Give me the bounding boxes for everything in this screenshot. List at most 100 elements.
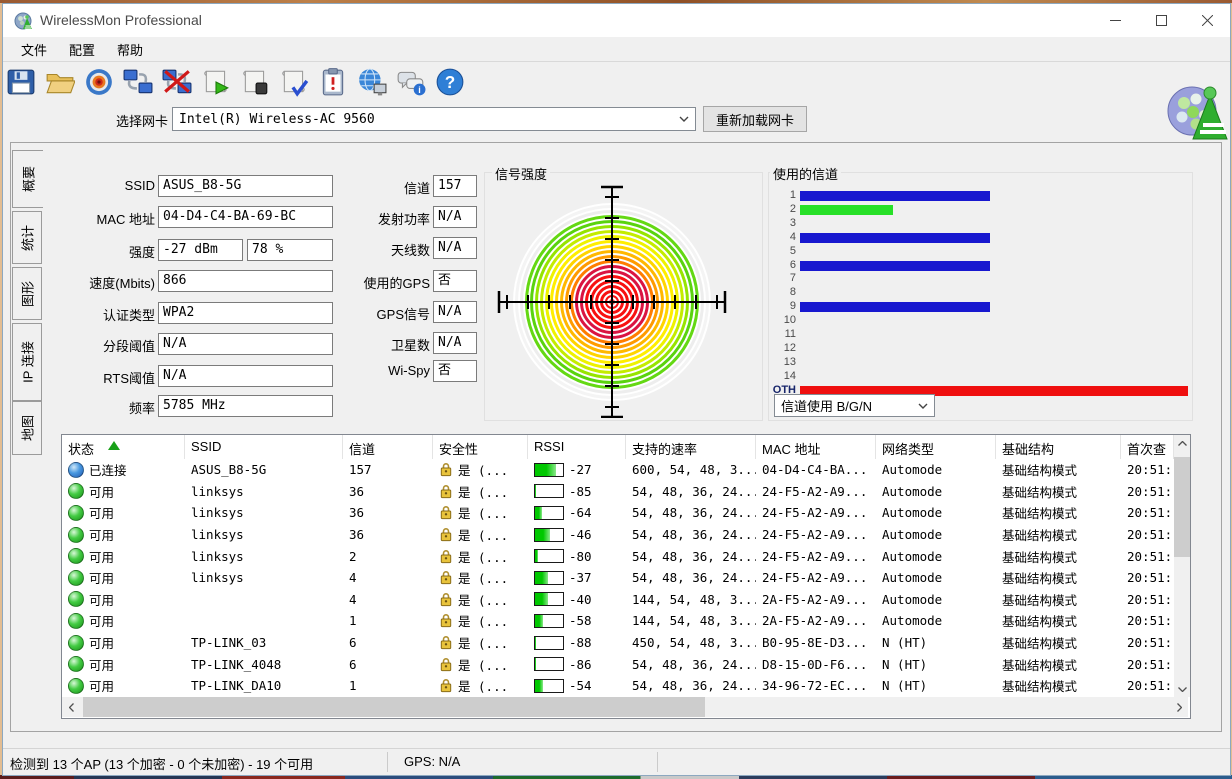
scroll-up-icon[interactable]: [1174, 435, 1190, 451]
channel-bar: [800, 302, 990, 312]
column-header-channel[interactable]: 信道: [343, 435, 433, 459]
verify-logging-button[interactable]: [279, 67, 309, 101]
adapter-select[interactable]: Intel(R) Wireless-AC 9560: [172, 107, 696, 131]
target-button[interactable]: [84, 67, 114, 101]
scroll-left-icon[interactable]: [62, 697, 80, 717]
channel-usage-select[interactable]: 信道使用 B/G/N: [774, 394, 935, 417]
support-info-button[interactable]: i: [396, 67, 426, 101]
channel-label: 1: [758, 189, 796, 201]
table-row[interactable]: 可用TP-LINK_40486是 (...-8654, 48, 36, 24..…: [62, 653, 1190, 675]
ssid-cell: linksys: [185, 527, 343, 542]
field-value: N/A: [433, 206, 477, 228]
infrastructure-cell: 基础结构模式: [996, 482, 1121, 501]
security-cell: 是 (...: [433, 482, 528, 501]
table-row[interactable]: 可用1是 (...-58144, 54, 48, 3...2A-F5-A2-A9…: [62, 610, 1190, 632]
column-header-mac[interactable]: MAC 地址: [756, 435, 876, 459]
lock-icon: [439, 505, 453, 520]
column-header-status[interactable]: 状态: [62, 435, 185, 459]
net-type-cell: N (HT): [876, 635, 996, 650]
field-value: N/A: [158, 333, 333, 355]
tab-ip-connections[interactable]: IP 连接: [12, 323, 42, 401]
help-button[interactable]: ?: [435, 67, 465, 101]
rssi-bar-icon: [534, 484, 564, 498]
security-text: 是 (...: [458, 676, 508, 695]
table-row[interactable]: 可用linksys36是 (...-8554, 48, 36, 24...24-…: [62, 481, 1190, 503]
scroll-down-icon[interactable]: [1174, 681, 1190, 697]
table-row[interactable]: 可用linksys4是 (...-3754, 48, 36, 24...24-F…: [62, 567, 1190, 589]
maximize-button[interactable]: [1138, 3, 1184, 37]
column-header-infrastructure[interactable]: 基础结构: [996, 435, 1121, 459]
net-type-cell: N (HT): [876, 657, 996, 672]
lock-icon: [439, 678, 453, 693]
rssi-cell: -40: [528, 592, 626, 607]
vertical-scrollbar[interactable]: [1174, 435, 1190, 697]
tab-summary[interactable]: 概要: [12, 150, 43, 208]
tab-map[interactable]: 地图: [12, 401, 42, 455]
table-row[interactable]: 可用linksys36是 (...-6454, 48, 36, 24...24-…: [62, 502, 1190, 524]
rssi-value: -46: [569, 527, 592, 542]
tab-graphs[interactable]: 图形: [12, 267, 42, 320]
titlebar: WirelessMon Professional: [2, 3, 1230, 37]
status-text: 可用: [89, 482, 114, 501]
menu-item-file[interactable]: 文件: [10, 37, 58, 62]
horizontal-scroll-thumb[interactable]: [83, 697, 705, 717]
column-header-ssid[interactable]: SSID: [185, 435, 343, 459]
lock-icon: [439, 462, 453, 477]
status-text: 可用: [89, 611, 114, 630]
lock-icon: [439, 635, 453, 650]
rates-cell: 144, 54, 48, 3...: [626, 592, 756, 607]
menu-item-config[interactable]: 配置: [58, 37, 106, 62]
rssi-bar-icon: [534, 679, 564, 693]
table-row[interactable]: 可用TP-LINK_DA101是 (...-5454, 48, 36, 24..…: [62, 675, 1190, 697]
field-value: 5785 MHz: [158, 395, 333, 417]
net-type-cell: Automode: [876, 549, 996, 564]
table-row[interactable]: 已连接ASUS_B8-5G157是 (...-27600, 54, 48, 3.…: [62, 459, 1190, 481]
field-value: 否: [433, 360, 477, 382]
column-header-security[interactable]: 安全性: [433, 435, 528, 459]
column-header-label: 支持的速率: [632, 439, 697, 458]
column-header-rates[interactable]: 支持的速率: [626, 435, 756, 459]
adapter-value: Intel(R) Wireless-AC 9560: [179, 112, 375, 127]
connected-orb-icon: [68, 462, 84, 478]
column-header-net-type[interactable]: 网络类型: [876, 435, 996, 459]
table-row[interactable]: 可用4是 (...-40144, 54, 48, 3...2A-F5-A2-A9…: [62, 589, 1190, 611]
vertical-scroll-thumb[interactable]: [1174, 457, 1190, 557]
reload-adapter-button[interactable]: 重新加载网卡: [703, 106, 807, 132]
screen: WirelessMon Professional 文件配置帮助 i? 选择网卡 …: [0, 0, 1232, 779]
menu-item-help[interactable]: 帮助: [106, 37, 154, 62]
channel-cell: 157: [343, 462, 433, 477]
close-button[interactable]: [1184, 3, 1230, 37]
channel-label: 2: [758, 203, 796, 215]
available-orb-icon: [68, 505, 84, 521]
signal-strength-radar: [485, 173, 761, 418]
minimize-button[interactable]: [1092, 3, 1138, 37]
open-button[interactable]: [45, 67, 75, 101]
column-header-label: 网络类型: [882, 439, 934, 458]
web-button[interactable]: [357, 67, 387, 101]
table-row[interactable]: 可用TP-LINK_036是 (...-88450, 54, 48, 3...B…: [62, 632, 1190, 654]
disconnect-button[interactable]: [162, 67, 192, 101]
rssi-value: -85: [569, 484, 592, 499]
tab-label: 统计: [18, 224, 37, 250]
rssi-value: -27: [569, 462, 592, 477]
field-value: N/A: [433, 301, 477, 323]
column-header-first-seen[interactable]: 首次查: [1121, 435, 1174, 459]
status-text: 可用: [89, 633, 114, 652]
start-logging-button[interactable]: [201, 67, 231, 101]
field-label: 使用的GPS: [328, 273, 430, 292]
column-header-label: 信道: [349, 439, 375, 458]
scroll-right-icon[interactable]: [1170, 697, 1188, 717]
summary-report-button[interactable]: [318, 67, 348, 101]
horizontal-scrollbar[interactable]: [62, 697, 1188, 717]
column-header-rssi[interactable]: RSSI: [528, 435, 626, 459]
first-seen-cell: 20:51:: [1121, 549, 1174, 564]
mac-cell: 04-D4-C4-BA...: [756, 462, 876, 477]
security-cell: 是 (...: [433, 525, 528, 544]
table-row[interactable]: 可用linksys36是 (...-4654, 48, 36, 24...24-…: [62, 524, 1190, 546]
connect-button[interactable]: [123, 67, 153, 101]
table-row[interactable]: 可用linksys2是 (...-8054, 48, 36, 24...24-F…: [62, 545, 1190, 567]
tab-statistics[interactable]: 统计: [12, 211, 42, 264]
stop-logging-button[interactable]: [240, 67, 270, 101]
channel-label: 5: [758, 245, 796, 257]
save-button[interactable]: [6, 67, 36, 101]
